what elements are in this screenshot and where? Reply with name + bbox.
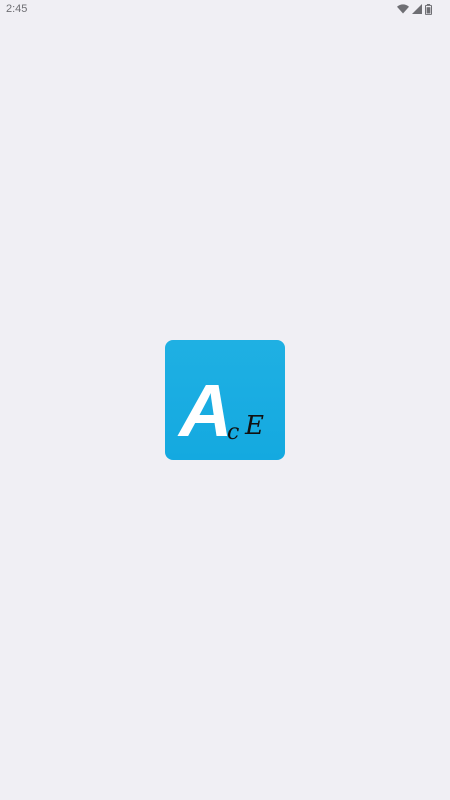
status-icons (397, 3, 432, 15)
wifi-icon (397, 4, 409, 14)
svg-text:A: A (177, 369, 232, 452)
app-logo: A c E (165, 340, 285, 460)
svg-text:c: c (227, 420, 239, 445)
signal-icon (412, 4, 422, 14)
app-logo-mark: A c E (177, 369, 264, 452)
status-bar: 2:45 (0, 0, 450, 20)
splash-screen: 2:45 A c E (0, 0, 450, 800)
battery-icon (425, 3, 432, 15)
svg-text:E: E (244, 411, 264, 441)
status-time: 2:45 (6, 3, 28, 15)
